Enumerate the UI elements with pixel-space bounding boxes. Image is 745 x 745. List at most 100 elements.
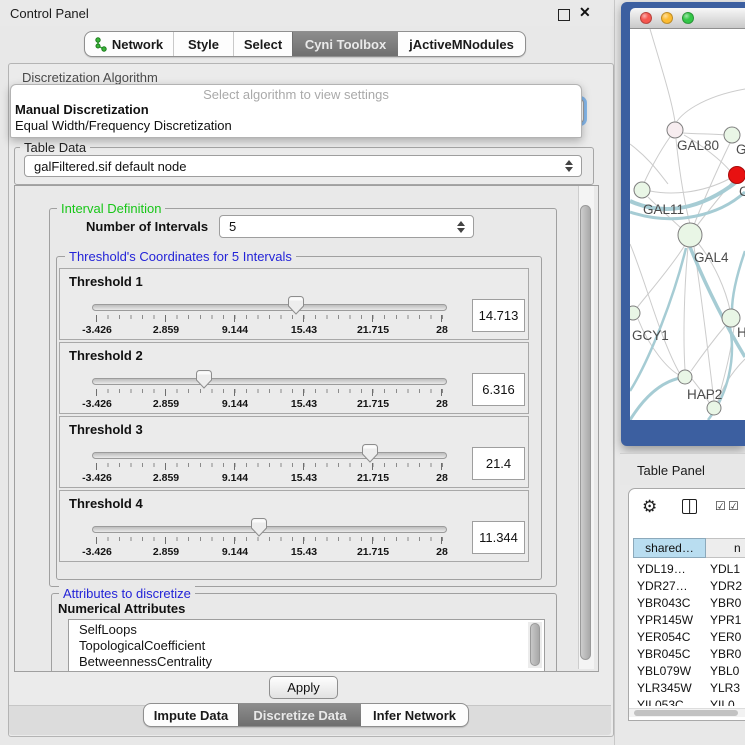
threshold-panel-1: Threshold 1-3.4262.8599.14415.4321.71528… [59,268,529,340]
minimize-traffic-light-icon[interactable] [661,12,673,24]
float-window-icon[interactable] [558,9,570,21]
table-row[interactable]: YDR27…YDR2 [629,577,745,594]
close-traffic-light-icon[interactable] [640,12,652,24]
table-cell-shared-name: YDR27… [637,579,688,593]
slider-thumb[interactable] [251,518,267,537]
threshold-value-field[interactable]: 14.713 [472,299,525,332]
tab-discretize-data[interactable]: Discretize Data [238,704,361,726]
network-icon [95,37,107,52]
table-row[interactable]: YER054CYER0 [629,628,745,645]
network-edge[interactable] [683,133,724,135]
gear-icon[interactable]: ⚙ [642,497,657,517]
table-row[interactable]: YIL053CYIL0 [629,696,745,706]
panel-scrollbar-thumb[interactable] [580,205,591,660]
threshold-value-field[interactable]: 6.316 [472,373,525,406]
network-node-gal4[interactable] [678,223,702,247]
slider-tick-label: 2.859 [153,546,179,558]
table-cell-shared-name: YDL19… [637,562,686,576]
slider-tick-label: 21.715 [357,398,389,410]
network-node-gcy1[interactable] [630,306,640,320]
network-node-c[interactable] [729,167,745,184]
tab-infer-network[interactable]: Infer Network [361,704,468,726]
slider-tick-label: -3.426 [82,324,112,336]
slider-track[interactable] [92,452,447,459]
network-edge[interactable] [650,179,729,193]
checkbox-icon[interactable]: ☑ [715,499,726,513]
network-canvas[interactable]: GAL80GALCGAL11GAL4GCY1HHAP2 [630,29,745,420]
attributes-scrollbar-thumb[interactable] [530,623,540,666]
network-node-gal[interactable] [724,127,740,143]
network-edge[interactable] [694,247,714,401]
network-edge[interactable] [630,144,668,184]
network-node-label: H [737,325,745,340]
table-cell-shared-name: YLR345W [637,681,692,695]
tab-select[interactable]: Select [233,32,292,56]
slider-track[interactable] [92,526,447,533]
attribute-item-topologicalcoefficient[interactable]: TopologicalCoefficient [79,638,205,653]
network-edge-highlighted[interactable] [630,378,680,420]
table-cell-shared-name: YER054C [637,630,690,644]
table-header-shared[interactable]: shared… [633,538,706,558]
threshold-label: Threshold 1 [69,274,143,289]
slider-tick-label: 21.715 [357,546,389,558]
network-node-hap2[interactable] [678,370,692,384]
tab-cyni-toolbox[interactable]: Cyni Toolbox [292,32,398,56]
apply-button[interactable]: Apply [269,676,338,699]
zoom-traffic-light-icon[interactable] [682,12,694,24]
split-columns-icon[interactable] [682,499,697,514]
algorithm-dropdown-popup: Select algorithm to view settings Manual… [10,84,582,138]
table-row[interactable]: YBR045CYBR0 [629,645,745,662]
table-row[interactable]: YDL19…YDL1 [629,560,745,577]
algorithm-option-equal-width-frequency-discretization[interactable]: Equal Width/Frequency Discretization [15,118,232,133]
table-header-n[interactable]: n [706,538,745,558]
table-data-combobox[interactable]: galFiltered.sif default node [24,155,582,177]
network-edge[interactable] [691,325,726,371]
threshold-panel-2: Threshold 2-3.4262.8599.14415.4321.71528… [59,342,529,414]
network-node-label: GAL [736,142,745,157]
table-cell-name: YIL0 [710,698,735,706]
network-edge[interactable] [676,89,745,123]
num-intervals-combobox[interactable]: 5 [219,215,474,238]
slider-track[interactable] [92,304,447,311]
tab-label: Select [244,37,282,52]
network-node-gal11[interactable] [634,182,650,198]
table-row[interactable]: YBL079WYBL0 [629,662,745,679]
tab-impute-data[interactable]: Impute Data [144,704,238,726]
tab-label: Cyni Toolbox [305,37,386,52]
network-window-titlebar[interactable] [630,8,745,29]
threshold-value-field[interactable]: 11.344 [472,521,525,554]
tab-network[interactable]: Network [85,32,173,56]
numerical-attributes-list[interactable]: SelfLoopsTopologicalCoefficientBetweenne… [68,619,545,672]
tab-style[interactable]: Style [173,32,233,56]
network-node[interactable] [707,401,721,415]
table-cell-name: YBL0 [710,664,739,678]
slider-tick-label: 15.43 [291,546,317,558]
network-edge-highlighted[interactable] [732,251,745,311]
checkbox-icon[interactable]: ☑ [728,499,739,513]
attribute-item-selfloops[interactable]: SelfLoops [79,622,137,637]
panel-title: Control Panel [10,6,89,21]
close-icon[interactable]: ✕ [579,4,591,21]
attributes-scrollbar[interactable] [528,622,542,668]
slider-thumb[interactable] [288,296,304,315]
tab-label: Impute Data [154,708,228,723]
network-edge[interactable] [650,29,675,122]
table-row[interactable]: YPR145WYPR1 [629,611,745,628]
slider-tick-label: 28 [436,472,448,484]
table-panel-titlebar: Table Panel [620,453,745,485]
slider-thumb[interactable] [196,370,212,389]
table-hscrollbar[interactable] [629,708,745,717]
table-row[interactable]: YLR345WYLR3 [629,679,745,696]
tab-jactivemnodules[interactable]: jActiveMNodules [398,32,525,56]
network-node-gal80[interactable] [667,122,683,138]
panel-splitter[interactable] [614,0,615,745]
network-node-label: GAL4 [694,250,729,265]
table-row[interactable]: YBR043CYBR0 [629,594,745,611]
table-hscrollbar-thumb[interactable] [634,710,738,716]
threshold-value-field[interactable]: 21.4 [472,447,525,480]
slider-thumb[interactable] [362,444,378,463]
attribute-item-betweennesscentrality[interactable]: BetweennessCentrality [79,654,212,669]
algorithm-option-manual-discretization[interactable]: Manual Discretization [15,102,149,117]
slider-track[interactable] [92,378,447,385]
network-edge[interactable] [684,247,688,370]
